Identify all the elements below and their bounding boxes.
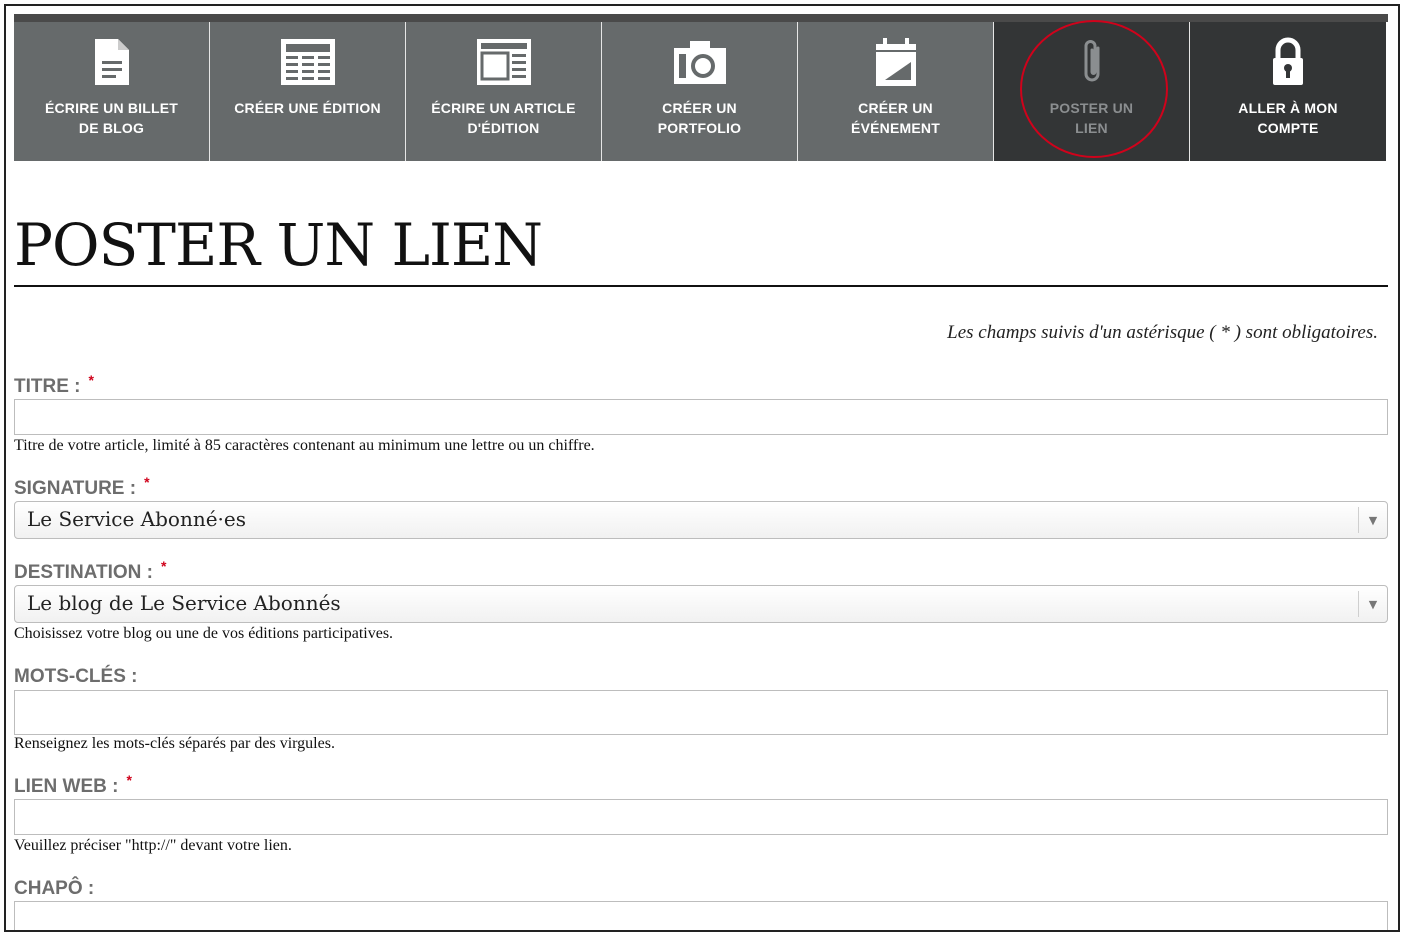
required-marker: * <box>88 372 94 388</box>
chevron-down-icon: ▼ <box>1358 507 1387 533</box>
chapo-label: CHAPÔ : <box>14 878 95 899</box>
signature-selected-value: Le Service Abonné·es <box>27 507 247 531</box>
toolbar-item-post-link[interactable]: POSTER UN LIEN <box>994 22 1190 161</box>
required-marker: * <box>144 474 150 490</box>
chapo-input[interactable] <box>14 901 1388 930</box>
calendar-icon <box>866 32 926 92</box>
toolbar-item-write-blog-post[interactable]: ÉCRIRE UN BILLET DE BLOG <box>14 22 210 161</box>
mots-cles-input[interactable] <box>14 690 1388 735</box>
required-fields-note: Les champs suivis d'un astérisque ( * ) … <box>947 322 1378 343</box>
titre-label: TITRE : * <box>14 372 94 397</box>
toolbar-item-label: ÉCRIRE UN BILLET DE BLOG <box>44 100 179 136</box>
signature-select[interactable]: Le Service Abonné·es ▼ <box>14 501 1388 539</box>
title-divider <box>14 285 1388 287</box>
chevron-down-icon: ▼ <box>1358 591 1387 617</box>
document-icon <box>82 32 142 92</box>
lien-web-help: Veuillez préciser "http://" devant votre… <box>14 837 292 854</box>
destination-select[interactable]: Le blog de Le Service Abonnés ▼ <box>14 585 1388 623</box>
page-frame: ÉCRIRE UN BILLET DE BLOG CRÉER UNE ÉDITI… <box>4 4 1400 932</box>
lien-web-input[interactable] <box>14 799 1388 835</box>
toolbar-item-my-account[interactable]: ALLER À MON COMPTE <box>1190 22 1386 161</box>
toolbar-item-label: CRÉER UNE ÉDITION <box>234 100 381 116</box>
toolbar-item-write-edition-article[interactable]: ÉCRIRE UN ARTICLE D'ÉDITION <box>406 22 602 161</box>
paperclip-icon <box>1062 32 1122 92</box>
lien-web-label: LIEN WEB : * <box>14 772 132 797</box>
required-marker: * <box>126 772 132 788</box>
article-layout-icon <box>474 32 534 92</box>
toolbar-item-label: ALLER À MON COMPTE <box>1238 100 1338 136</box>
mots-cles-help: Renseignez les mots-clés séparés par des… <box>14 735 335 752</box>
titre-help: Titre de votre article, limité à 85 cara… <box>14 437 595 454</box>
camera-icon <box>670 32 730 92</box>
toolbar-item-label: ÉCRIRE UN ARTICLE D'ÉDITION <box>431 100 576 136</box>
lock-icon <box>1258 32 1318 92</box>
newspaper-icon <box>278 32 338 92</box>
destination-selected-value: Le blog de Le Service Abonnés <box>27 591 341 615</box>
page-title: POSTER UN LIEN <box>14 211 543 279</box>
toolbar-item-label: CRÉER UN ÉVÉNEMENT <box>851 100 940 136</box>
titre-input[interactable] <box>14 399 1388 435</box>
toolbar-item-create-portfolio[interactable]: CRÉER UN PORTFOLIO <box>602 22 798 161</box>
destination-label: DESTINATION : * <box>14 558 167 583</box>
toolbar-item-create-event[interactable]: CRÉER UN ÉVÉNEMENT <box>798 22 994 161</box>
signature-label: SIGNATURE : * <box>14 474 150 499</box>
toolbar-item-label: POSTER UN LIEN <box>1049 100 1134 136</box>
required-marker: * <box>160 558 167 574</box>
mots-cles-label: MOTS-CLÉS : <box>14 666 138 687</box>
destination-help: Choisissez votre blog ou une de vos édit… <box>14 625 394 642</box>
toolbar-item-label: CRÉER UN PORTFOLIO <box>657 100 742 136</box>
toolbar-item-create-edition[interactable]: CRÉER UNE ÉDITION <box>210 22 406 161</box>
action-toolbar: ÉCRIRE UN BILLET DE BLOG CRÉER UNE ÉDITI… <box>14 14 1388 161</box>
